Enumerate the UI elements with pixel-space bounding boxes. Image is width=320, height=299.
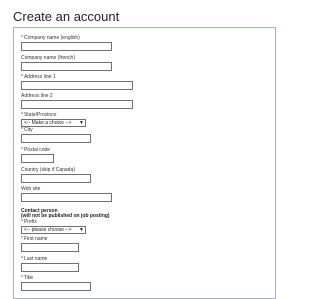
chevron-down-icon: ▼ xyxy=(79,227,84,233)
state-province-label: *State/Province xyxy=(21,112,57,118)
web-site-label: Web site xyxy=(21,186,41,192)
address-line2-input[interactable] xyxy=(21,100,133,109)
last-name-input[interactable] xyxy=(21,263,79,272)
company-name-french-label: Company name (french) xyxy=(21,55,75,61)
last-name-label: *Last name xyxy=(21,256,48,262)
city-label: *City xyxy=(21,127,33,133)
account-form: *Company name (english) Company name (fr… xyxy=(13,27,276,299)
prefix-label: *Prefix xyxy=(21,219,37,225)
postal-code-label: *Postal code xyxy=(21,147,51,153)
prefix-select[interactable]: <-- please choose --> ▼ xyxy=(21,226,86,234)
company-name-english-label: *Company name (english) xyxy=(21,35,80,41)
company-name-french-input[interactable] xyxy=(21,62,112,71)
web-site-input[interactable] xyxy=(21,193,112,202)
address-line1-input[interactable] xyxy=(21,81,133,90)
company-name-english-input[interactable] xyxy=(21,42,112,51)
chevron-down-icon: ▼ xyxy=(79,120,84,126)
first-name-label: *First name xyxy=(21,236,48,242)
address-line1-label: *Address line 1 xyxy=(21,74,56,80)
country-input[interactable] xyxy=(21,174,91,183)
page-title: Create an account xyxy=(13,9,120,24)
postal-code-input[interactable] xyxy=(21,154,54,163)
city-input[interactable] xyxy=(21,134,91,143)
country-label: Country (skip if Canada) xyxy=(21,167,75,173)
address-line2-label: Address line 2 xyxy=(21,93,53,99)
state-province-select[interactable]: <-- Make a choice --> ▼ xyxy=(21,119,86,127)
title-input[interactable] xyxy=(21,282,91,291)
title-label: *Title xyxy=(21,275,34,281)
first-name-input[interactable] xyxy=(21,243,79,252)
